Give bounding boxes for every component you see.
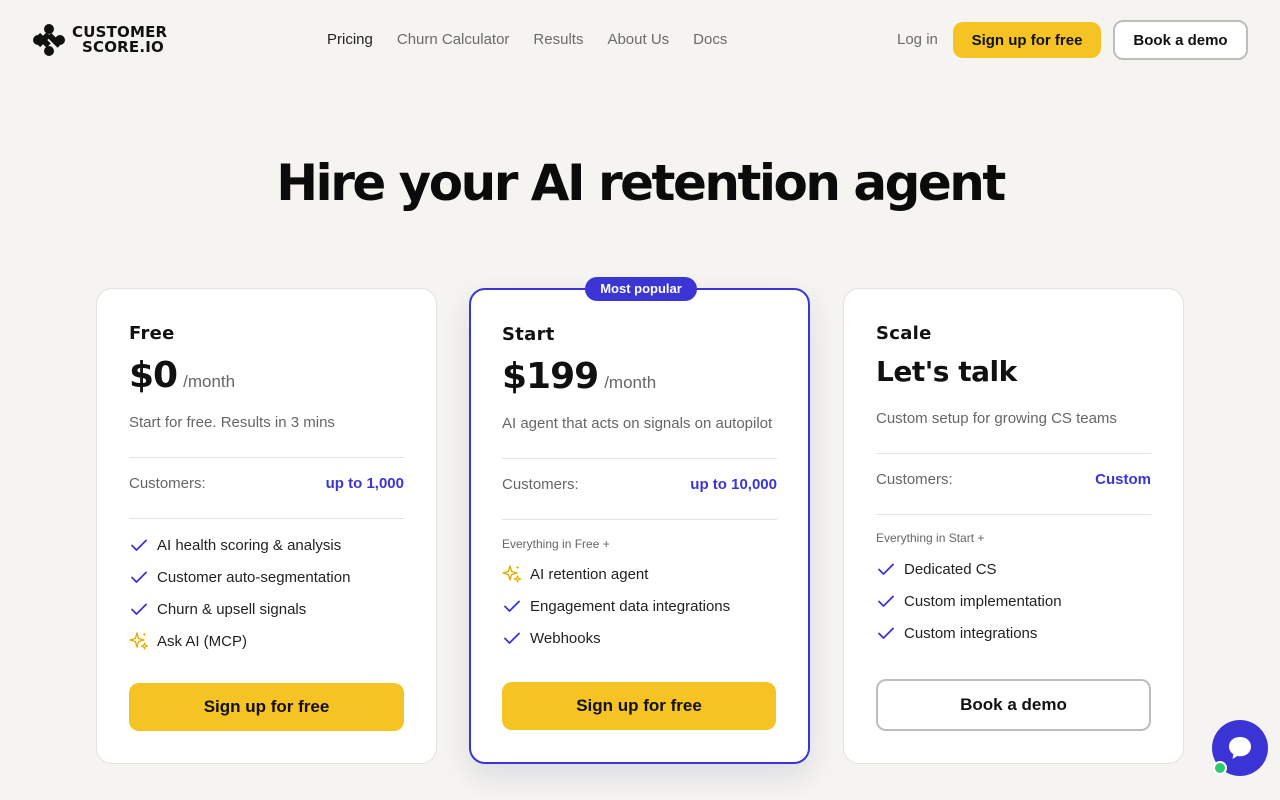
divider <box>129 457 404 458</box>
price-period: /month <box>604 373 657 392</box>
main-nav: Pricing Churn Calculator Results About U… <box>327 30 727 50</box>
customers-row: Customers: up to 10,000 <box>502 476 777 493</box>
check-icon <box>502 628 522 648</box>
feature-list: AI retention agent Engagement data integ… <box>502 558 730 654</box>
feature-label: Engagement data integrations <box>530 597 731 615</box>
feature-label: Churn & upsell signals <box>157 600 307 618</box>
feature-list: AI health scoring & analysis Customer au… <box>129 529 350 657</box>
brand-line-2: SCORE.IO <box>82 38 164 56</box>
plan-card-free: Free $0 /month Start for free. Results i… <box>96 288 437 764</box>
customers-label: Customers: <box>502 476 579 493</box>
customers-row: Customers: Custom <box>876 471 1151 488</box>
plan-price: Let's talk <box>876 355 1017 388</box>
plan-description: AI agent that acts on signals on autopil… <box>502 415 773 432</box>
scale-book-demo-button[interactable]: Book a demo <box>876 679 1151 731</box>
everything-in-label: Everything in Free + <box>502 537 610 551</box>
feature-item: AI retention agent <box>502 558 730 590</box>
brand-wordmark: CUSTOMER SCORE.IO <box>72 25 167 55</box>
nav-about-us[interactable]: About Us <box>607 30 669 50</box>
feature-item: Webhooks <box>502 622 730 654</box>
plan-description: Custom setup for growing CS teams <box>876 410 1117 427</box>
site-header: CUSTOMER SCORE.IO Pricing Churn Calculat… <box>0 0 1280 80</box>
plan-name: Start <box>502 324 555 345</box>
plan-card-start: Most popular Start $199 /month AI agent … <box>469 277 810 764</box>
check-icon <box>876 623 896 643</box>
login-link[interactable]: Log in <box>897 30 938 50</box>
feature-label: Dedicated CS <box>904 560 997 578</box>
price-row: $0 /month <box>129 355 235 396</box>
feature-label: Custom implementation <box>904 592 1062 610</box>
feature-item: Dedicated CS <box>876 553 1062 585</box>
feature-label: Ask AI (MCP) <box>157 632 248 650</box>
logo-mark-icon <box>33 24 65 56</box>
nav-churn-calculator[interactable]: Churn Calculator <box>397 30 510 50</box>
feature-item: Churn & upsell signals <box>129 593 350 625</box>
check-icon <box>502 596 522 616</box>
nav-pricing[interactable]: Pricing <box>327 30 373 50</box>
feature-label: AI retention agent <box>530 565 649 583</box>
sparkle-icon <box>129 631 149 651</box>
feature-label: Customer auto-segmentation <box>157 568 351 586</box>
start-signup-button[interactable]: Sign up for free <box>502 682 776 730</box>
feature-item: Ask AI (MCP) <box>129 625 350 657</box>
online-status-dot <box>1213 761 1227 775</box>
customers-value: up to 1,000 <box>325 475 404 492</box>
divider <box>876 514 1151 515</box>
free-signup-button[interactable]: Sign up for free <box>129 683 404 731</box>
check-icon <box>129 535 149 555</box>
customers-label: Customers: <box>876 471 953 488</box>
customers-value: up to 10,000 <box>690 476 777 493</box>
feature-item: Customer auto-segmentation <box>129 561 350 593</box>
price-period: /month <box>183 372 236 391</box>
plan-description: Start for free. Results in 3 mins <box>129 414 335 431</box>
plan-card-scale: Scale Let's talk Custom setup for growin… <box>843 288 1184 764</box>
feature-item: Engagement data integrations <box>502 590 730 622</box>
brand-logo[interactable]: CUSTOMER SCORE.IO <box>32 23 167 57</box>
feature-label: Webhooks <box>530 629 601 647</box>
page-title: Hire your AI retention agent <box>276 154 1006 212</box>
divider <box>502 519 777 520</box>
price-row: $199 /month <box>502 356 656 397</box>
customers-row: Customers: up to 1,000 <box>129 475 404 492</box>
plan-price: $199 <box>502 356 599 397</box>
feature-item: Custom implementation <box>876 585 1062 617</box>
check-icon <box>876 559 896 579</box>
divider <box>502 458 777 459</box>
divider <box>876 453 1151 454</box>
check-icon <box>876 591 896 611</box>
header-signup-button[interactable]: Sign up for free <box>953 22 1101 58</box>
plan-price: $0 <box>129 355 178 396</box>
customers-value: Custom <box>1095 471 1151 488</box>
divider <box>129 518 404 519</box>
customers-label: Customers: <box>129 475 206 492</box>
nav-docs[interactable]: Docs <box>693 30 727 50</box>
check-icon <box>129 567 149 587</box>
everything-in-label: Everything in Start + <box>876 531 985 545</box>
plan-name: Scale <box>876 323 932 344</box>
check-icon <box>129 599 149 619</box>
plan-name: Free <box>129 323 175 344</box>
feature-label: Custom integrations <box>904 624 1038 642</box>
feature-list: Dedicated CS Custom implementation Custo… <box>876 553 1062 649</box>
header-book-demo-button[interactable]: Book a demo <box>1113 20 1248 60</box>
sparkle-icon <box>502 564 522 584</box>
feature-label: AI health scoring & analysis <box>157 536 342 554</box>
most-popular-badge: Most popular <box>585 277 697 301</box>
nav-results[interactable]: Results <box>533 30 583 50</box>
chat-icon <box>1229 737 1251 759</box>
feature-item: Custom integrations <box>876 617 1062 649</box>
feature-item: AI health scoring & analysis <box>129 529 350 561</box>
